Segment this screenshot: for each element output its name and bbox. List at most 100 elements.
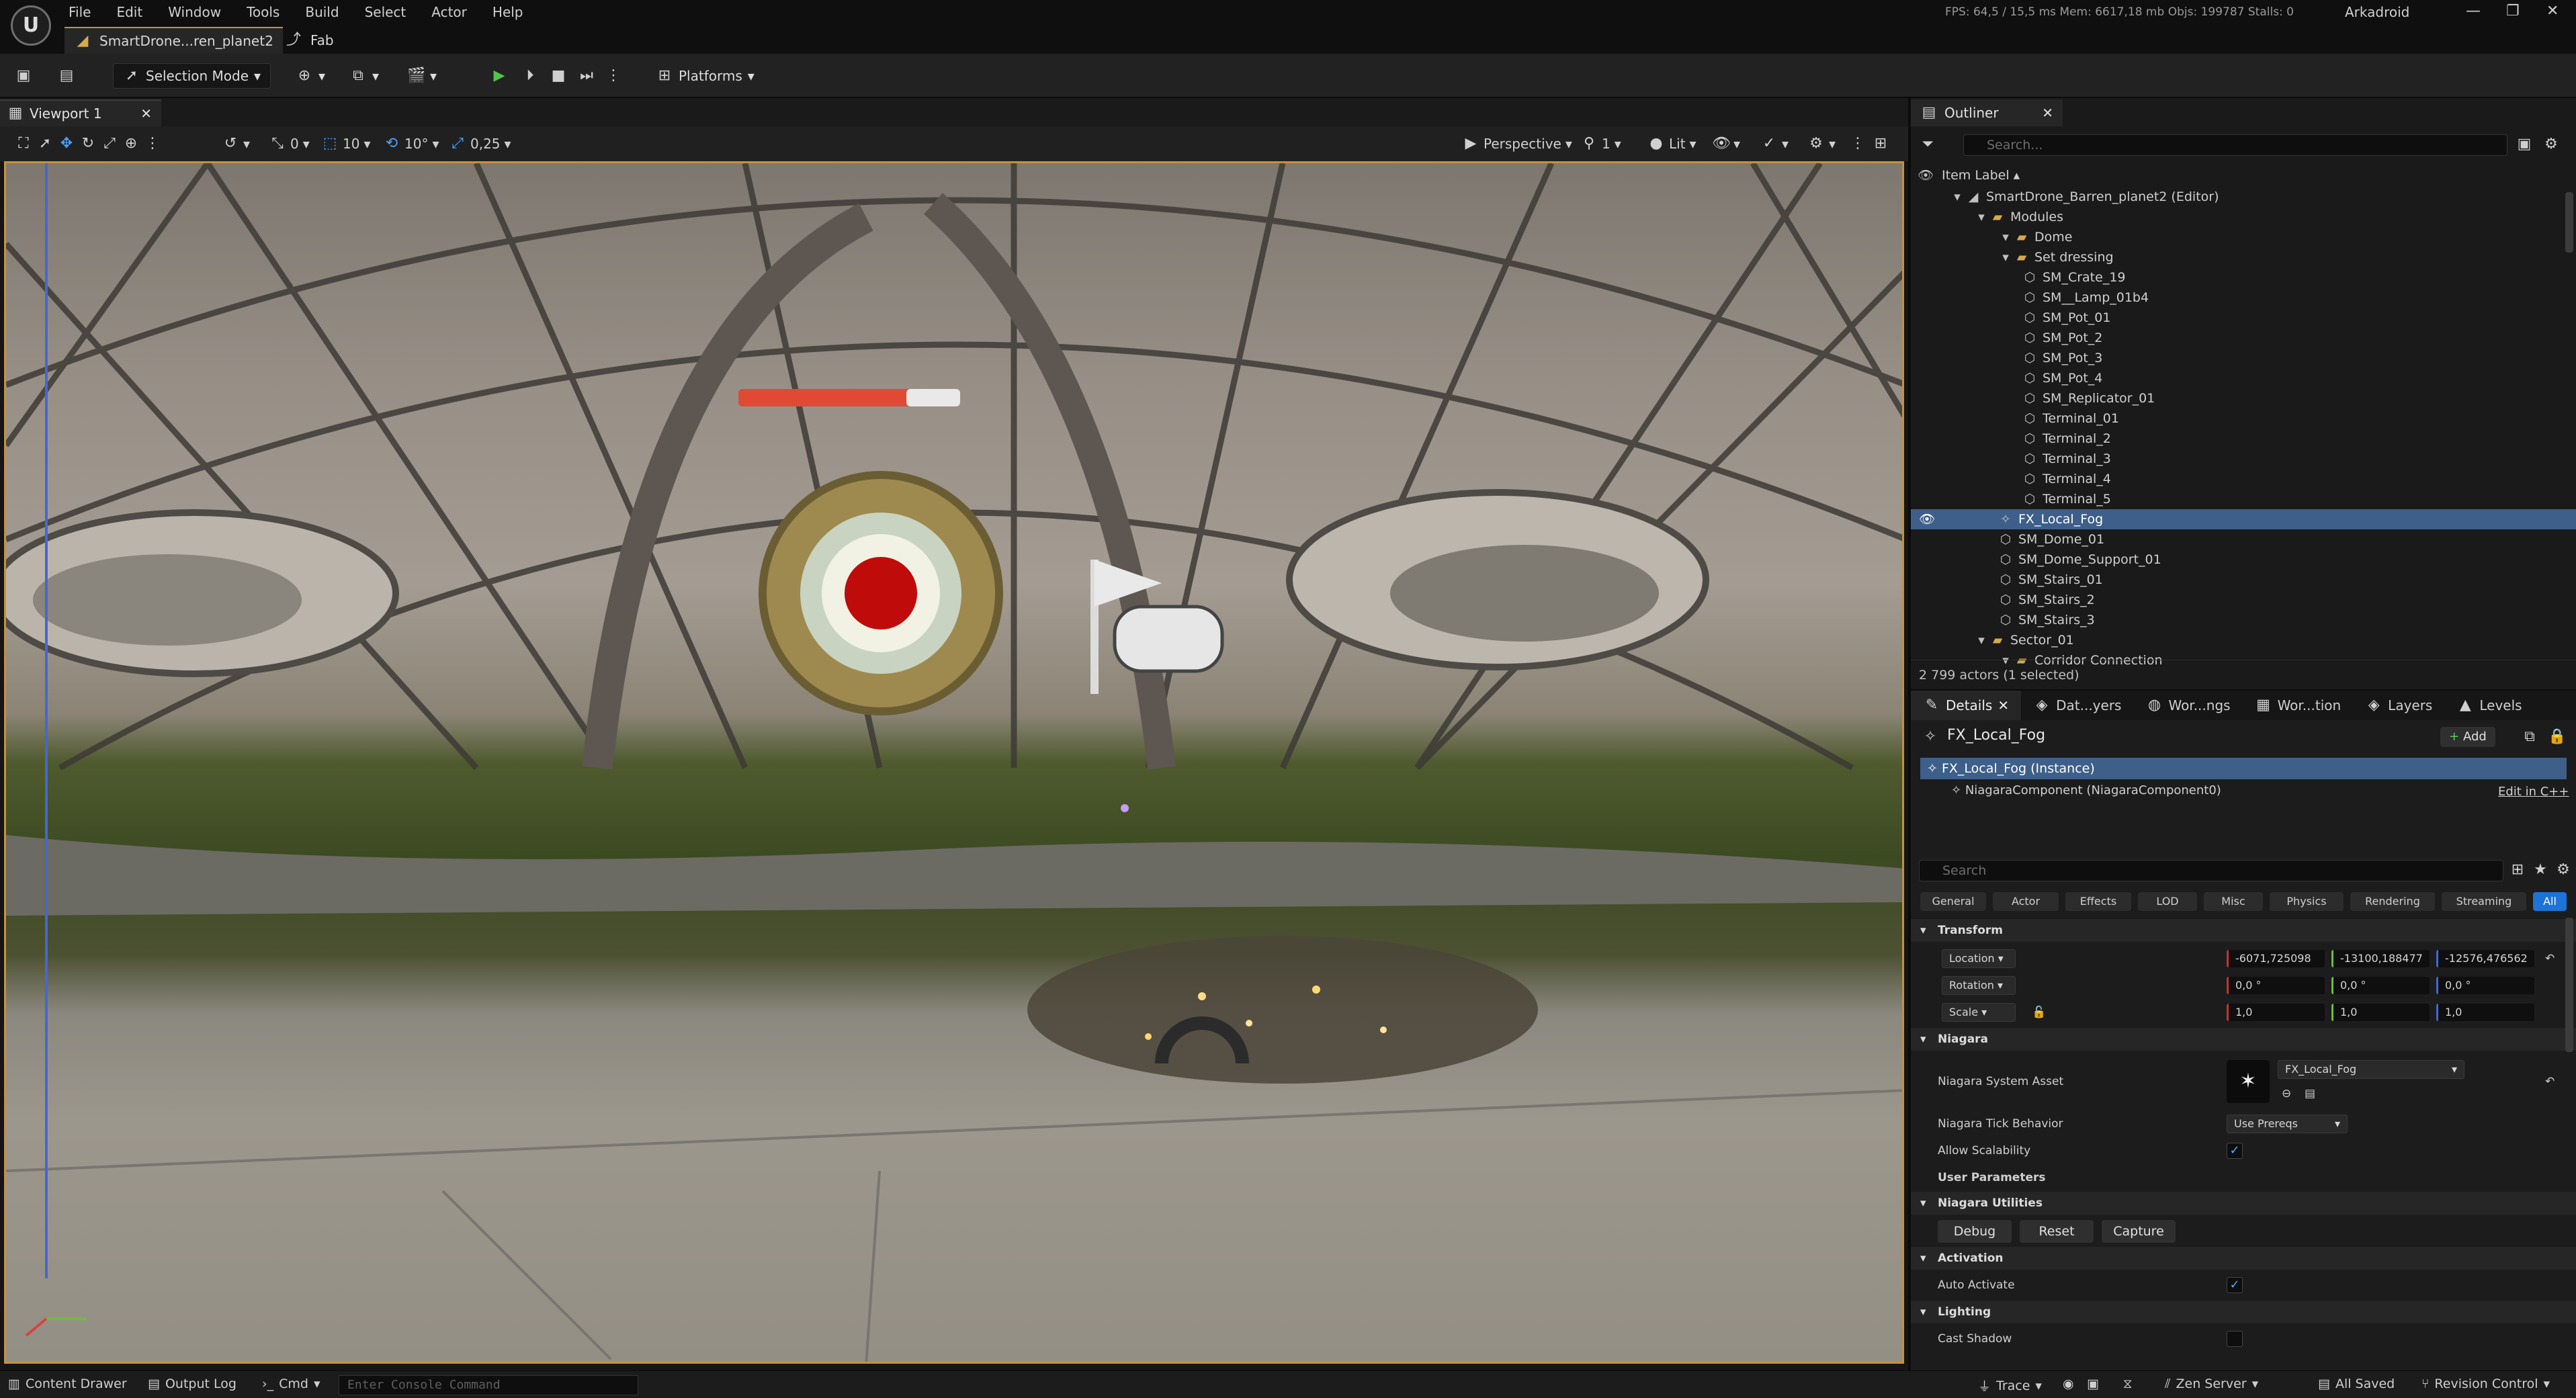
translate-icon[interactable]: ✥	[58, 135, 75, 152]
category-general[interactable]: General	[1920, 892, 1986, 911]
lock-ratio-icon[interactable]: 🔓	[2032, 1000, 2046, 1025]
outliner-row[interactable]: ⬡ SM_Crate_19	[1911, 267, 2576, 288]
menu-select[interactable]: Select	[365, 4, 406, 20]
category-lod[interactable]: LOD	[2138, 892, 2197, 911]
outliner-row[interactable]: ⬡ Terminal_3	[1911, 449, 2576, 469]
reset-icon[interactable]: ↶	[2545, 946, 2554, 971]
outliner-row[interactable]: ⬡ SM_Dome_01	[1911, 529, 2576, 550]
reset-button[interactable]: Reset	[2020, 1220, 2094, 1243]
console-input[interactable]: Enter Console Command	[339, 1375, 638, 1395]
more-options-icon[interactable]: ⋮	[605, 63, 622, 89]
outliner-row[interactable]: ⬡ Terminal_4	[1911, 469, 2576, 489]
minimize-icon[interactable]: —	[2466, 3, 2481, 19]
section-niagara-utilities[interactable]: ▾ Niagara Utilities	[1911, 1192, 2576, 1215]
allow-scalability-checkbox[interactable]: ✓	[2227, 1143, 2243, 1159]
menu-tools[interactable]: Tools	[247, 4, 280, 20]
details-search-input[interactable]: Search	[1919, 860, 2503, 881]
doc-tab-level[interactable]: ◢ SmartDrone...ren_planet2	[65, 27, 283, 54]
capture-button[interactable]: Capture	[2102, 1220, 2176, 1243]
outliner-row[interactable]: ⬡ SM_Pot_4	[1911, 368, 2576, 388]
menu-window[interactable]: Window	[168, 4, 221, 20]
rotation-z[interactable]: 0,0 °	[2436, 977, 2534, 994]
blueprint-icon[interactable]: ⧉ ▾	[349, 63, 379, 89]
scale-snap[interactable]: ⤢ 0,25 ▾	[449, 133, 511, 155]
menu-build[interactable]: Build	[305, 4, 339, 20]
section-niagara[interactable]: ▾ Niagara	[1911, 1028, 2576, 1051]
eject-icon[interactable]: ⏭	[578, 63, 595, 89]
category-misc[interactable]: Misc	[2204, 892, 2263, 911]
save-icon[interactable]: ▣	[15, 63, 32, 89]
settings-icon[interactable]: ⚙ ▾	[1807, 133, 1836, 155]
blueprint-icon[interactable]: ⧉	[2521, 728, 2538, 746]
outliner-row[interactable]: ⬡ SM_Pot_3	[1911, 348, 2576, 368]
grid-view-icon[interactable]: ⊞	[2509, 861, 2526, 879]
expand-icon[interactable]: ▾	[1998, 247, 2013, 267]
level-viewport[interactable]	[4, 161, 1904, 1364]
outliner-row[interactable]: ▾ ▰ Modules	[1911, 207, 2576, 227]
outliner-row[interactable]: ⬡ SM_Replicator_01	[1911, 388, 2576, 408]
realtime-icon[interactable]: ✓ ▾	[1760, 133, 1789, 155]
trace-dropdown[interactable]: ⏚ Trace ▾	[1978, 1377, 2042, 1395]
browse-icon[interactable]: ▤	[58, 63, 75, 89]
outliner-row[interactable]: ⬡ SM__Lamp_01b4	[1911, 288, 2576, 308]
add-actor-icon[interactable]: ⊕ ▾	[296, 63, 325, 89]
debug-button[interactable]: Debug	[1938, 1220, 2012, 1243]
outliner-row[interactable]: ⬡ SM_Stairs_2	[1911, 590, 2576, 610]
outliner-row[interactable]: ⬡ Terminal_5	[1911, 489, 2576, 509]
outliner-row[interactable]: ▾ ▰ Sector_01	[1911, 630, 2576, 650]
rotation-y[interactable]: 0,0 °	[2331, 977, 2430, 994]
angle-snap[interactable]: ↺ ▾	[222, 133, 250, 155]
outliner-scrollbar[interactable]	[2565, 192, 2573, 253]
location-z[interactable]: -12576,476562	[2436, 950, 2534, 967]
derived-data-icon[interactable]: ⧖	[2123, 1377, 2132, 1391]
maximize-icon[interactable]: ❐	[2506, 3, 2520, 19]
outliner-row[interactable]: ⬡ Terminal_2	[1911, 429, 2576, 449]
outliner-row[interactable]: ⬡ Terminal_01	[1911, 408, 2576, 429]
favorite-star-icon[interactable]: ★	[2532, 861, 2549, 879]
world-icon[interactable]: ⊕	[122, 135, 140, 152]
location-x[interactable]: -6071,725098	[2227, 950, 2325, 967]
instance-row[interactable]: ✧ FX_Local_Fog (Instance)	[1920, 758, 2567, 779]
outliner-row[interactable]: ⬡ SM_Stairs_3	[1911, 610, 2576, 630]
close-tab-icon[interactable]: ✕	[2042, 105, 2053, 121]
rotation-dropdown[interactable]: Rotation ▾	[1942, 976, 2016, 995]
category-streaming[interactable]: Streaming	[2442, 892, 2526, 911]
close-icon[interactable]: ✕	[2546, 3, 2559, 19]
more-icon[interactable]: ⋮	[1849, 133, 1866, 155]
screenshot-icon[interactable]: ▣	[2087, 1377, 2099, 1391]
doc-tab-fab[interactable]: ⤴ Fab	[275, 27, 343, 54]
add-folder-icon[interactable]: ▣	[2516, 136, 2533, 153]
settings-icon[interactable]: ⚙	[2542, 136, 2560, 153]
zen-server-dropdown[interactable]: ⫽ Zen Server ▾	[2165, 1377, 2258, 1391]
outliner-row[interactable]: ▾ ▰ Set dressing	[1911, 247, 2576, 267]
menu-edit[interactable]: Edit	[116, 4, 142, 20]
niagara-asset-thumbnail[interactable]: ✶	[2227, 1060, 2270, 1103]
close-tab-icon[interactable]: ✕	[1998, 697, 2009, 713]
revision-control-dropdown[interactable]: ⑂ Revision Control ▾	[2421, 1377, 2550, 1391]
section-lighting[interactable]: ▾ Lighting	[1911, 1301, 2576, 1323]
scale-dropdown[interactable]: Scale ▾	[1942, 1003, 2016, 1022]
category-all[interactable]: All	[2533, 892, 2567, 911]
outliner-column-header[interactable]: 👁 Item Label ▴	[1911, 165, 2576, 185]
reset-icon[interactable]: ↶	[2545, 1053, 2554, 1110]
tab-world-settings[interactable]: ◍ Wor...ngs	[2133, 691, 2242, 720]
stop-icon[interactable]: ■	[550, 63, 567, 89]
camera-speed[interactable]: ⚲ 1 ▾	[1580, 133, 1621, 155]
show-icon[interactable]: 👁 ▾	[1712, 133, 1740, 155]
play-icon[interactable]: ▶	[490, 63, 508, 89]
tab-world-partition[interactable]: ▦ Wor...tion	[2243, 691, 2354, 720]
rotate-icon[interactable]: ↻	[79, 135, 97, 152]
expand-icon[interactable]: ▾	[1974, 630, 1989, 650]
visibility-icon[interactable]: 👁	[1919, 509, 1935, 529]
category-rendering[interactable]: Rendering	[2350, 892, 2435, 911]
cast-shadow-checkbox[interactable]	[2227, 1331, 2243, 1347]
expand-icon[interactable]: ▾	[1998, 227, 2013, 247]
location-dropdown[interactable]: Location ▾	[1942, 949, 2016, 968]
outliner-row[interactable]: ▾ ▰ Dome	[1911, 227, 2576, 247]
user-parameters-row[interactable]: User Parameters	[1911, 1165, 2576, 1190]
menu-file[interactable]: File	[69, 4, 91, 20]
section-transform[interactable]: ▾ Transform	[1911, 919, 2576, 942]
scale-icon[interactable]: ⤢	[101, 135, 118, 152]
unreal-logo[interactable]: U	[11, 5, 51, 46]
details-scrollbar[interactable]	[2565, 918, 2573, 1052]
